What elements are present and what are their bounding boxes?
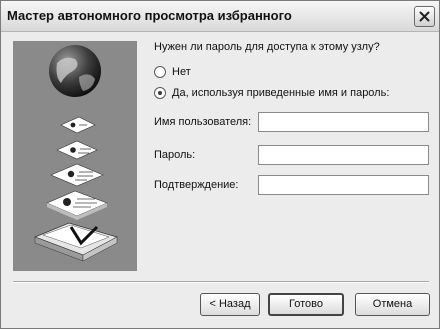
globe-icon	[49, 45, 101, 97]
cancel-button[interactable]: Отмена	[355, 293, 430, 316]
username-input[interactable]	[258, 112, 429, 132]
radio-no-label: Нет	[172, 66, 191, 78]
close-button[interactable]	[414, 6, 435, 27]
password-question: Нужен ли пароль для доступа к этому узлу…	[154, 41, 380, 53]
wizard-illustration-panel	[13, 41, 137, 271]
confirm-label: Подтверждение:	[154, 179, 239, 191]
wizard-illustration	[34, 45, 118, 262]
radio-yes-button[interactable]	[154, 87, 166, 99]
password-input[interactable]	[258, 145, 429, 165]
finish-button[interactable]: Готово	[268, 293, 344, 316]
wizard-window: Мастер автономного просмотра избранного	[0, 0, 440, 329]
radio-no[interactable]: Нет	[154, 66, 214, 80]
radio-yes-label: Да, используя приведенные имя и пароль:	[172, 87, 390, 99]
confirm-password-input[interactable]	[258, 175, 429, 195]
document-stack-icon	[46, 116, 108, 220]
username-label: Имя пользователя:	[154, 116, 252, 128]
back-button[interactable]: < Назад	[200, 293, 260, 316]
radio-selected-dot	[158, 91, 162, 95]
radio-yes[interactable]: Да, используя приведенные имя и пароль:	[154, 87, 394, 101]
password-label: Пароль:	[154, 149, 196, 161]
folder-icon	[34, 222, 118, 262]
radio-no-button[interactable]	[154, 66, 166, 78]
window-title: Мастер автономного просмотра избранного	[7, 8, 292, 23]
close-icon	[419, 11, 430, 22]
button-separator	[13, 281, 429, 283]
title-bar[interactable]: Мастер автономного просмотра избранного	[1, 1, 439, 32]
